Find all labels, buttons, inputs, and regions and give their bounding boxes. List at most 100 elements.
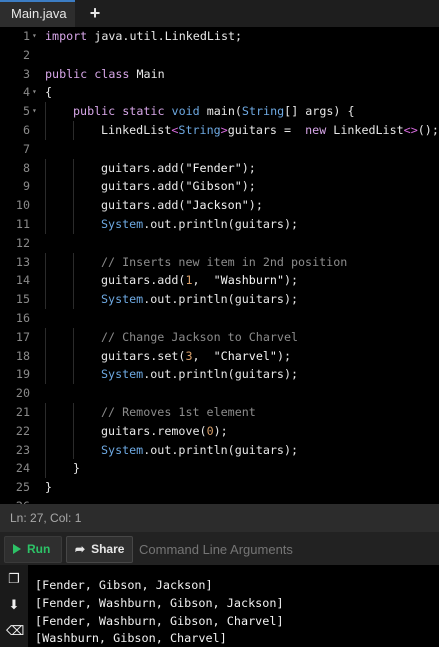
code-line: 12 [0, 234, 439, 253]
line-number: 5 [22, 104, 30, 119]
copy-icon[interactable]: ❐ [6, 571, 22, 587]
code-token: guitars.set( [101, 348, 186, 363]
code-token: "Charvel" [213, 348, 277, 363]
code-line: 22 guitars.remove(0); [0, 421, 439, 441]
code-line: 24} [0, 459, 439, 479]
line-number: 22 [15, 423, 30, 438]
code-token: System [101, 367, 144, 382]
indent-guide [45, 440, 46, 460]
line-number: 3 [22, 66, 30, 81]
indent-guide [73, 271, 74, 291]
line-number: 9 [22, 179, 30, 194]
run-button-label: Run [27, 542, 51, 556]
code-token: .out.println(guitars); [143, 217, 299, 231]
output-toolbar: ❐ ⬇ ⌫ [0, 565, 28, 647]
indent-guide [73, 196, 74, 215]
code-token: (); [417, 123, 439, 137]
share-button-label: Share [91, 542, 125, 556]
eraser-icon[interactable]: ⌫ [6, 623, 24, 639]
code-token: System [101, 217, 144, 231]
code-token: , [192, 273, 207, 288]
indent-guide [73, 121, 74, 140]
output-line: [Washburn, Gibson, Charvel] [35, 631, 227, 646]
add-tab-button[interactable]: + [88, 2, 102, 24]
code-text: { [45, 83, 52, 102]
code-text: guitars.add("Jackson"); [101, 196, 263, 215]
code-text: // Change Jackson to Charvel [101, 328, 298, 347]
code-token: LinkedList [333, 123, 404, 137]
code-token: "Washburn" [213, 273, 284, 288]
indent-guide [45, 365, 46, 385]
code-line: 5 ▾ public static void main(String[] args)… [0, 102, 439, 121]
line-number: 7 [22, 141, 30, 156]
line-number: 4 [22, 85, 30, 100]
fold-toggle-icon[interactable]: ▾ [32, 102, 42, 121]
tab-main-java[interactable]: Main.java [0, 0, 75, 27]
code-token: [] args) { [284, 104, 355, 119]
indent-guide [45, 327, 46, 347]
indent-guide [73, 365, 74, 385]
code-token: System [101, 442, 144, 457]
code-token: new [305, 123, 327, 137]
code-line: 2 [0, 46, 439, 65]
code-line: 14 guitars.add(1, "Washburn"); [0, 271, 439, 291]
indent-guide [73, 346, 74, 366]
run-button[interactable]: Run [4, 536, 62, 563]
indent-guide [73, 327, 74, 347]
code-token: .out.println(guitars); [143, 442, 299, 457]
code-token: , [192, 348, 207, 363]
code-text: // Inserts new item in 2nd position [101, 253, 347, 272]
indent-guide [73, 177, 74, 197]
code-token: > [220, 123, 228, 137]
fold-toggle-icon[interactable]: ▾ [32, 83, 42, 102]
code-token: guitars.remove( [101, 423, 207, 438]
code-text: public static void main(String[] args) { [73, 102, 355, 121]
code-token: LinkedList [101, 123, 172, 137]
code-text: guitars.set(3, "Charvel"); [101, 347, 291, 366]
code-line: 21 // Removes 1st element [0, 403, 439, 422]
code-text: LinkedList<String>guitars = new LinkedLi… [101, 121, 439, 140]
code-text: System.out.println(guitars); [101, 215, 298, 234]
line-number: 26 [0, 497, 30, 504]
line-number: 25 [15, 480, 30, 495]
code-line: 13 // Inserts new item in 2nd position [0, 252, 439, 272]
code-token: .out.println(guitars); [143, 367, 299, 382]
code-text: public class Main [45, 65, 165, 84]
code-token: System [101, 292, 144, 307]
code-line: 20 [0, 384, 439, 403]
code-token: public class [45, 66, 130, 81]
code-token: 0 [206, 423, 214, 438]
code-text: guitars.add("Fender"); [101, 159, 256, 178]
code-token: } [73, 461, 81, 476]
indent-guide [45, 177, 46, 197]
fold-toggle-icon[interactable]: ▾ [32, 27, 42, 46]
indent-guide [73, 403, 74, 422]
code-token: ); [241, 160, 256, 175]
share-button[interactable]: ➦ Share [66, 536, 133, 563]
output-line: [Fender, Washburn, Gibson, Jackson] [35, 595, 284, 610]
line-number: 16 [15, 311, 30, 325]
code-text: } [45, 478, 52, 497]
code-line: 10 guitars.add("Jackson"); [0, 196, 439, 215]
command-line-arguments-input[interactable] [139, 536, 433, 563]
code-token: guitars.add( [101, 273, 186, 288]
output-panel: ❐ ⬇ ⌫ [Fender, Gibson, Jackson] [Fender,… [0, 565, 439, 647]
code-token: String [178, 123, 221, 137]
code-line: 3 public class Main [0, 65, 439, 84]
code-line: 6 LinkedList<String>guitars = new LinkedL… [0, 121, 439, 140]
code-line: 9 guitars.add("Gibson"); [0, 177, 439, 197]
code-editor[interactable]: 1 ▾ import java.util.LinkedList; 2 3 public c… [0, 27, 439, 504]
code-token: Main [136, 66, 165, 81]
code-token: java.util.LinkedList; [94, 29, 243, 43]
download-icon[interactable]: ⬇ [6, 597, 22, 613]
action-bar: Run ➦ Share [0, 532, 439, 565]
code-line: 26 [0, 497, 439, 504]
indent-guide [45, 271, 46, 291]
code-token: ); [248, 198, 263, 213]
code-text: System.out.println(guitars); [101, 365, 298, 384]
code-line: 15 System.out.println(guitars); [0, 290, 439, 309]
line-number: 13 [15, 254, 30, 269]
code-token: guitars.add( [101, 198, 186, 213]
code-token: 1 [185, 273, 193, 288]
code-text: System.out.println(guitars); [101, 290, 298, 309]
